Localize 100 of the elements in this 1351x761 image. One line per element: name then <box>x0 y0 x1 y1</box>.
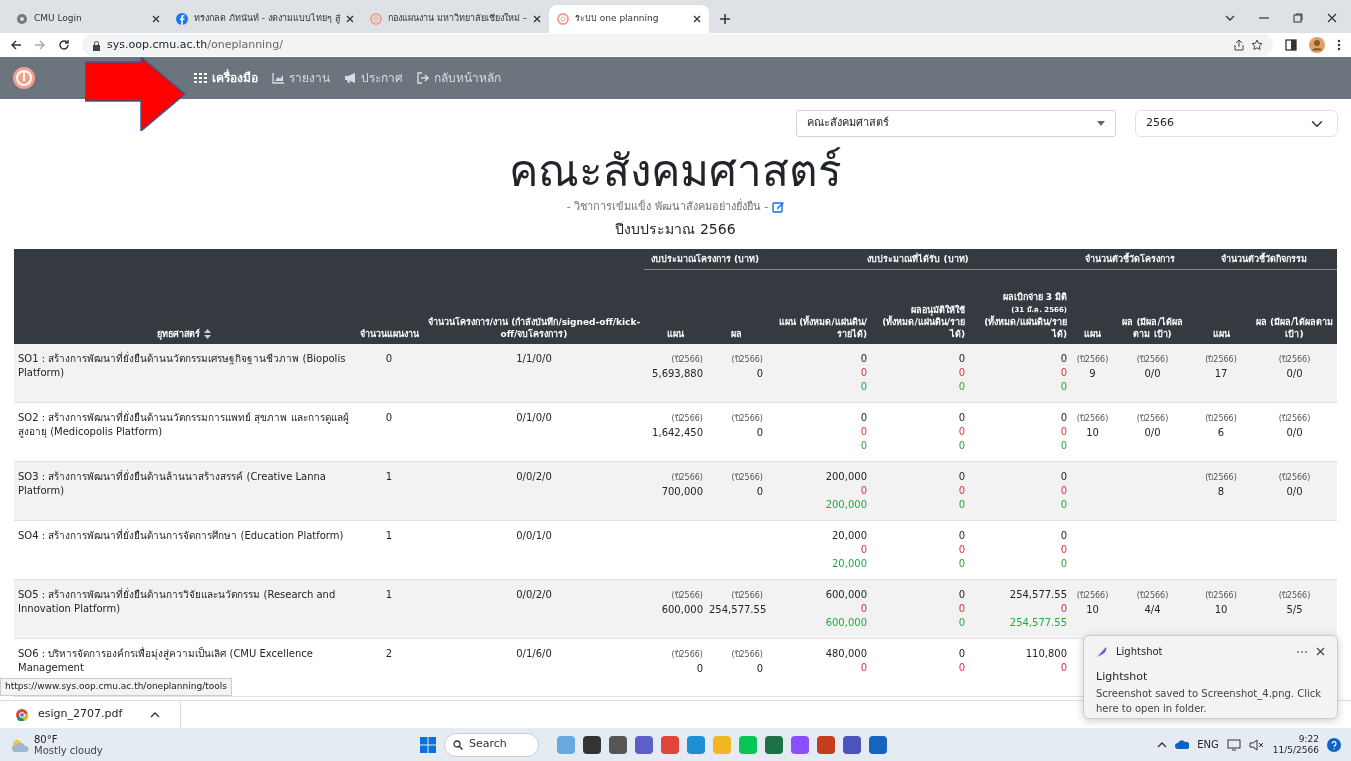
year-label: (ปี2566) <box>671 413 703 423</box>
amount-value: 200,000 <box>824 497 867 512</box>
nav-link[interactable]: กลับหน้าหลัก <box>417 69 501 87</box>
column-header: แผน <box>666 328 684 339</box>
amount-value: 0 <box>957 469 965 484</box>
cell-value: 17 <box>1214 367 1228 379</box>
app-icon[interactable] <box>583 735 601 754</box>
notification-icon[interactable] <box>1327 737 1341 752</box>
year-label: (ปี2566) <box>731 472 763 482</box>
amount-value: 0 <box>957 660 965 675</box>
amount-value: 0 <box>859 424 867 439</box>
year-label: (ปี2566) <box>1205 354 1237 364</box>
year-label: (ปี2566) <box>671 354 703 364</box>
close-icon[interactable] <box>532 15 541 23</box>
chevron-up-icon[interactable] <box>1157 741 1168 748</box>
share-icon[interactable] <box>1233 39 1245 51</box>
cell-value: 0/0 <box>1286 485 1303 497</box>
toast-title: Lightshot <box>1096 669 1149 685</box>
reload-icon[interactable] <box>58 39 70 51</box>
amount-value: 0 <box>1059 556 1068 571</box>
side-panel-icon[interactable] <box>1285 39 1297 51</box>
speaker-muted-icon[interactable] <box>1248 738 1265 751</box>
clock-date[interactable]: 11/5/2566 <box>1272 744 1319 756</box>
faculty-select[interactable]: คณะสังคมศาสตร์ <box>796 110 1116 137</box>
plan-count: 2 <box>385 647 393 659</box>
address-field[interactable]: sys.oop.cmu.ac.th/oneplanning/ <box>82 34 1273 56</box>
new-tab-icon[interactable] <box>718 13 731 25</box>
search-field[interactable]: Search <box>444 732 539 757</box>
amount-value: 0 <box>957 601 965 616</box>
close-icon[interactable] <box>1327 13 1337 23</box>
close-icon[interactable] <box>1316 647 1325 656</box>
windows-icon[interactable] <box>420 736 436 753</box>
amount-value: 0 <box>957 542 965 557</box>
temperature: 80°F <box>34 733 59 745</box>
browser-tab[interactable]: ระบบ one planning <box>548 5 709 33</box>
amount-value: 0 <box>957 365 965 380</box>
browser-tab[interactable]: CMU Login <box>8 5 168 33</box>
toast-message[interactable]: Screenshot saved to Screenshot_4.png. Click here to open in folder. <box>1096 685 1325 716</box>
app-icon[interactable] <box>635 735 653 754</box>
column-header: ผลอนุมัติให้ใช้ (ทั้งหมด/แผ่นดิน/รายได้) <box>882 304 965 339</box>
year-label: (ปี2566) <box>671 590 703 600</box>
star-icon[interactable] <box>1251 39 1263 51</box>
amount-value: 0 <box>1059 483 1068 498</box>
chrome-icon <box>16 708 28 721</box>
chevron-down-icon[interactable] <box>1225 13 1235 23</box>
project-count: 0/0/2/0 <box>516 470 552 482</box>
project-count: 1/1/0/0 <box>516 352 552 364</box>
amount-value: 0 <box>1059 424 1068 439</box>
caret-icon <box>1097 121 1105 126</box>
chevron-up-icon[interactable] <box>150 711 161 718</box>
strategy-name: SO1 : สร้างการพัฒนาที่ยั่งยืนด้านนวัตกรรมเศรษฐกิจฐานชีวภาพ (Biopolis Platform) <box>18 352 346 378</box>
amount-value: 254,577.55 <box>1008 587 1068 602</box>
browser-tab[interactable]: ทรงกลด ภัทนันท์ - งดงามแบบไทยๆ สู่ <box>168 5 362 33</box>
amount-value: 0 <box>957 615 965 630</box>
download-file-name[interactable]: esign_2707.pdf <box>38 706 123 723</box>
column-header: จำนวนโครงการ/งาน (กำลังบันทึก/signed-off/kick-off/จบโครงการ) <box>427 316 641 339</box>
avatar-icon[interactable] <box>1309 37 1325 53</box>
browser-tab[interactable]: กองแผนงาน มหาวิทยาลัยเชียงใหม่ – <box>361 5 549 33</box>
kebab-menu-icon[interactable] <box>1337 39 1341 51</box>
close-icon[interactable] <box>692 15 701 23</box>
close-icon[interactable] <box>152 15 160 23</box>
amount-value: 0 <box>859 351 867 366</box>
year-label: (ปี2566) <box>1278 590 1311 600</box>
amount-value: 0 <box>859 660 867 675</box>
column-header: ผล (มีผล/ได้ผลตาม เป้า) <box>1255 316 1334 339</box>
nav-link[interactable]: รายงาน <box>272 69 330 87</box>
column-header: แผน (ทั้งหมด/แผ่นดิน/รายได้) <box>779 316 867 339</box>
column-header[interactable]: ยุทธศาสตร์ <box>157 327 211 340</box>
cell-value: 9 <box>1089 367 1096 379</box>
year-label: (ปี2566) <box>1205 472 1237 482</box>
globe-icon <box>16 13 28 25</box>
amount-value: 0 <box>859 379 867 394</box>
monitor-icon[interactable] <box>1226 738 1241 751</box>
amount-value: 0 <box>1059 660 1068 675</box>
nav-link[interactable]: เครื่องมือ <box>194 69 258 87</box>
year-select[interactable]: 2566 <box>1135 110 1338 137</box>
strategy-name: SO3 : สร้างการพัฒนาที่ยั่งยืนด้านล้านนาสร้างสรรค์ (Creative Lanna Platform) <box>18 470 326 496</box>
restore-icon[interactable] <box>1293 13 1303 23</box>
close-icon[interactable] <box>345 15 354 23</box>
language-indicator[interactable]: ENG <box>1197 737 1219 752</box>
logo-icon <box>12 66 36 90</box>
clock-time[interactable]: 9:22 <box>1272 733 1319 745</box>
column-header: แผน <box>1212 328 1230 339</box>
edit-icon[interactable] <box>772 201 785 213</box>
year-label: (ปี2566) <box>671 649 703 659</box>
url-text: sys.oop.cmu.ac.th/oneplanning/ <box>107 36 283 53</box>
app-icon[interactable] <box>869 735 887 754</box>
app-icon[interactable] <box>843 735 861 754</box>
cloud-icon[interactable] <box>1175 740 1190 749</box>
amount-value: 0 <box>1059 469 1068 484</box>
app-icon[interactable] <box>765 735 783 754</box>
back-icon[interactable] <box>10 39 22 51</box>
app-icon[interactable] <box>609 735 627 754</box>
amount-value: 0 <box>859 438 867 453</box>
column-header: ผล <box>730 328 742 339</box>
amount-value: 0 <box>957 646 965 661</box>
amount-value: 0 <box>957 438 965 453</box>
more-icon[interactable] <box>1296 649 1308 654</box>
cell-value: 600,000 <box>661 603 703 615</box>
cell-value: 0 <box>756 426 763 438</box>
